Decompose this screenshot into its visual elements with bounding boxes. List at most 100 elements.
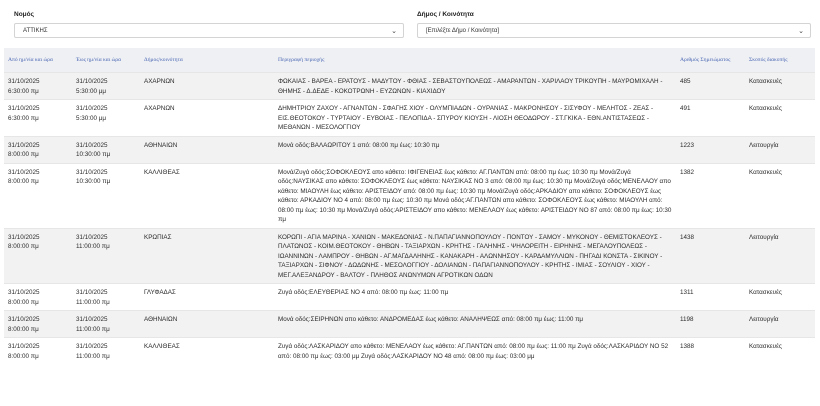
from-cell: 31/10/2025 8:00:00 πμ [4, 227, 72, 284]
to-time: 10:30:00 πμ [76, 151, 111, 158]
from-date: 31/10/2025 [8, 141, 40, 149]
from-cell: 31/10/2025 6:30:00 πμ [4, 99, 72, 136]
to-date: 31/10/2025 [76, 289, 108, 296]
from-time: 8:00:00 πμ [8, 352, 39, 360]
from-time: 8:00:00 πμ [8, 298, 39, 306]
table-row: 31/10/2025 8:00:00 πμ 31/10/2025 11:00:00 … [4, 227, 815, 284]
from-date: 31/10/2025 [8, 233, 40, 241]
col-header-purpose[interactable]: Σκοπός διακοπής [745, 48, 815, 73]
prefecture-select-value: ΑΤΤΙΚΗΣ [23, 28, 48, 34]
purpose-cell: Κατασκευές [745, 99, 815, 136]
from-date: 31/10/2025 [8, 316, 40, 323]
prefecture-select[interactable]: ΑΤΤΙΚΗΣ ⌄ [14, 23, 404, 38]
notice-cell: 1311 [676, 283, 745, 311]
area-cell: Μονά οδός:ΣΕΙΡΗΝΩΝ απο κάθετο: ΑΝΔΡΟΜΕΔΑ… [274, 310, 676, 338]
area-cell: Ζυγά οδός:ΛΑΣΚΑΡΙΔΟΥ απο κάθετο: ΜΕΝΕΛΑΟ… [274, 337, 676, 364]
to-cell: 31/10/2025 11:00:00 πμ [72, 310, 140, 338]
notice-cell: 1223 [676, 135, 745, 163]
purpose-cell: Κατασκευές [745, 337, 815, 364]
from-time: 8:00:00 πμ [8, 151, 39, 158]
from-date: 31/10/2025 [8, 105, 40, 112]
prefecture-label: Νομός [14, 11, 34, 18]
municipality-cell: ΑΘΗΝΑΙΩΝ [140, 135, 274, 163]
table-row: 31/10/2025 8:00:00 πμ 31/10/2025 10:30:00 … [4, 162, 815, 228]
table-row: 31/10/2025 6:30:00 πμ 31/10/2025 5:30:00 μ… [4, 99, 815, 136]
to-date: 31/10/2025 [76, 316, 108, 323]
purpose-cell: Λειτουργία [745, 135, 815, 163]
municipality-cell: ΚΑΛΛΙΘΕΑΣ [140, 337, 274, 364]
to-cell: 31/10/2025 10:30:00 πμ [72, 135, 140, 163]
col-header-from[interactable]: Από ημ/νία και ώρα [4, 48, 72, 73]
from-time: 8:00:00 πμ [8, 243, 39, 250]
from-time: 6:30:00 πμ [8, 87, 39, 95]
from-cell: 31/10/2025 8:00:00 πμ [4, 135, 72, 163]
outages-table: Από ημ/νία και ώρα Έως ημ/νία και ώρα Δή… [4, 48, 815, 364]
notice-cell: 485 [676, 72, 745, 100]
to-time: 11:00:00 πμ [76, 352, 110, 360]
col-header-area[interactable]: Περιγραφή περιοχής [274, 48, 676, 73]
to-date: 31/10/2025 [76, 78, 108, 85]
municipality-cell: ΚΡΩΠΙΑΣ [140, 227, 274, 284]
col-header-municipality[interactable]: Δήμος/κοινότητα [140, 48, 274, 73]
to-time: 11:00:00 πμ [76, 298, 110, 306]
area-cell: Μονά οδός:ΒΑΛΑΩΡΙΤΟΥ 1 από: 08:00 πμ έως… [274, 135, 676, 163]
table-row: 31/10/2025 8:00:00 πμ 31/10/2025 11:00:00 … [4, 337, 815, 364]
table-row: 31/10/2025 8:00:00 πμ 31/10/2025 11:00:00 … [4, 310, 815, 338]
from-date: 31/10/2025 [8, 289, 40, 296]
from-cell: 31/10/2025 6:30:00 πμ [4, 72, 72, 100]
notice-cell: 1198 [676, 310, 745, 338]
from-date: 31/10/2025 [8, 168, 40, 176]
municipality-cell: ΑΘΗΝΑΙΩΝ [140, 310, 274, 338]
notice-cell: 1388 [676, 337, 745, 364]
area-cell: Μονά/Ζυγά οδός:ΣΟΦΟΚΛΕΟΥΣ απο κάθετο: ΙΦ… [274, 162, 676, 228]
from-cell: 31/10/2025 8:00:00 πμ [4, 283, 72, 311]
filter-bar: Νομός ΑΤΤΙΚΗΣ ⌄ Δήμος / Κοινότητα [Επιλέ… [0, 0, 820, 46]
area-cell: ΚΟΡΩΠΙ - ΑΓΙΑ ΜΑΡΙΝΑ - ΧΑΝΙΩΝ - ΜΑΚΕΔΟΝΙ… [274, 227, 676, 284]
to-date: 31/10/2025 [76, 141, 108, 149]
to-date: 31/10/2025 [76, 168, 108, 176]
col-header-to[interactable]: Έως ημ/νία και ώρα [72, 48, 140, 73]
to-date: 31/10/2025 [76, 343, 108, 350]
to-date: 31/10/2025 [76, 105, 108, 112]
to-cell: 31/10/2025 10:30:00 πμ [72, 162, 140, 228]
notice-cell: 1438 [676, 227, 745, 284]
municipality-select-value: [Επιλέξτε Δήμο / Κοινότητα] [426, 28, 500, 34]
table-header-row: Από ημ/νία και ώρα Έως ημ/νία και ώρα Δή… [4, 48, 815, 73]
to-cell: 31/10/2025 11:00:00 πμ [72, 283, 140, 311]
from-time: 6:30:00 πμ [8, 114, 39, 122]
purpose-cell: Κατασκευές [745, 162, 815, 228]
from-time: 8:00:00 πμ [8, 178, 39, 185]
municipality-cell: ΓΛΥΦΑΔΑΣ [140, 283, 274, 311]
chevron-down-icon: ⌄ [391, 28, 397, 35]
municipality-cell: ΚΑΛΛΙΘΕΑΣ [140, 162, 274, 228]
to-cell: 31/10/2025 5:30:00 μμ [72, 72, 140, 100]
from-date: 31/10/2025 [8, 78, 40, 85]
to-time: 5:30:00 μμ [76, 87, 107, 95]
municipality-select[interactable]: [Επιλέξτε Δήμο / Κοινότητα] ⌄ [417, 23, 811, 38]
chevron-down-icon: ⌄ [798, 28, 804, 35]
to-time: 11:00:00 πμ [76, 325, 110, 333]
col-header-notice[interactable]: Αριθμός Σημειώματος [676, 48, 745, 73]
purpose-cell: Κατασκευές [745, 283, 815, 311]
to-date: 31/10/2025 [76, 233, 108, 241]
purpose-cell: Κατασκευές [745, 72, 815, 100]
municipality-cell: ΑΧΑΡΝΩΝ [140, 72, 274, 100]
from-cell: 31/10/2025 8:00:00 πμ [4, 310, 72, 338]
to-time: 10:30:00 πμ [76, 178, 111, 185]
table-row: 31/10/2025 6:30:00 πμ 31/10/2025 5:30:00 μ… [4, 72, 815, 100]
municipality-label: Δήμος / Κοινότητα [417, 11, 474, 18]
from-time: 8:00:00 πμ [8, 325, 39, 333]
purpose-cell: Λειτουργία [745, 310, 815, 338]
notice-cell: 491 [676, 99, 745, 136]
purpose-cell: Λειτουργία [745, 227, 815, 284]
table-row: 31/10/2025 8:00:00 πμ 31/10/2025 10:30:00 … [4, 135, 815, 163]
notice-cell: 1382 [676, 162, 745, 228]
area-cell: Ζυγά οδός:ΕΛΕΥΘΕΡΙΑΣ ΝΟ 4 από: 08:00 πμ … [274, 283, 676, 311]
to-time: 11:00:00 πμ [76, 243, 110, 250]
to-cell: 31/10/2025 11:00:00 πμ [72, 337, 140, 364]
from-date: 31/10/2025 [8, 343, 40, 350]
municipality-cell: ΑΧΑΡΝΩΝ [140, 99, 274, 136]
to-cell: 31/10/2025 5:30:00 μμ [72, 99, 140, 136]
area-cell: ΔΗΜΗΤΡΙΟΥ ΖΑΧΟΥ - ΑΓΝΑΝΤΩΝ - ΣΦΑΓΗΣ ΧΙΟΥ… [274, 99, 676, 136]
table-row: 31/10/2025 8:00:00 πμ 31/10/2025 11:00:00 … [4, 283, 815, 311]
